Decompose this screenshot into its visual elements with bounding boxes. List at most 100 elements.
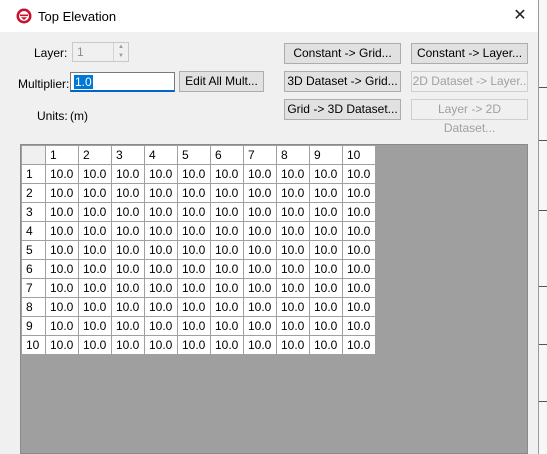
row-header[interactable]: 4 [21,221,46,241]
grid-cell[interactable]: 10.0 [276,164,310,184]
row-header[interactable]: 5 [21,240,46,260]
grid-cell[interactable]: 10.0 [210,164,244,184]
grid-cell[interactable]: 10.0 [276,202,310,222]
column-header[interactable]: 5 [177,145,211,165]
grid-cell[interactable]: 10.0 [309,335,343,355]
row-header[interactable]: 1 [21,164,46,184]
grid-cell[interactable]: 10.0 [243,202,277,222]
grid-cell[interactable]: 10.0 [111,259,145,279]
grid-cell[interactable]: 10.0 [210,221,244,241]
grid-cell[interactable]: 10.0 [177,221,211,241]
layer-to-2d-dataset-button[interactable]: Layer -> 2D Dataset... [411,99,528,135]
grid-cell[interactable]: 10.0 [45,183,79,203]
column-header[interactable]: 10 [342,145,376,165]
grid-cell[interactable]: 10.0 [276,278,310,298]
grid-cell[interactable]: 10.0 [144,335,178,355]
layer-spinner[interactable]: 1 ▲ ▼ [72,42,129,62]
grid-cell[interactable]: 10.0 [78,202,112,222]
grid-cell[interactable]: 10.0 [45,221,79,241]
grid-cell[interactable]: 10.0 [210,297,244,317]
grid-cell[interactable]: 10.0 [276,335,310,355]
grid-cell[interactable]: 10.0 [243,278,277,298]
grid-cell[interactable]: 10.0 [210,335,244,355]
grid-cell[interactable]: 10.0 [144,221,178,241]
row-header[interactable]: 9 [21,316,46,336]
column-header[interactable]: 7 [243,145,277,165]
grid-cell[interactable]: 10.0 [144,164,178,184]
grid-cell[interactable]: 10.0 [342,221,376,241]
grid-cell[interactable]: 10.0 [78,183,112,203]
row-header[interactable]: 7 [21,278,46,298]
grid-cell[interactable]: 10.0 [309,297,343,317]
grid-cell[interactable]: 10.0 [309,278,343,298]
grid-cell[interactable]: 10.0 [342,278,376,298]
grid-cell[interactable]: 10.0 [276,240,310,260]
grid-cell[interactable]: 10.0 [342,164,376,184]
grid-cell[interactable]: 10.0 [177,335,211,355]
multiplier-input[interactable]: 1.0 [70,72,175,92]
grid-cell[interactable]: 10.0 [78,297,112,317]
grid-cell[interactable]: 10.0 [309,202,343,222]
grid-cell[interactable]: 10.0 [144,316,178,336]
edit-all-mult-button[interactable]: Edit All Mult... [179,71,264,92]
grid-cell[interactable]: 10.0 [144,297,178,317]
grid-cell[interactable]: 10.0 [78,240,112,260]
column-header[interactable]: 1 [45,145,79,165]
grid-cell[interactable]: 10.0 [177,183,211,203]
grid-cell[interactable]: 10.0 [177,240,211,260]
grid-cell[interactable]: 10.0 [177,278,211,298]
column-header[interactable]: 3 [111,145,145,165]
column-header[interactable]: 8 [276,145,310,165]
grid-cell[interactable]: 10.0 [276,183,310,203]
row-header[interactable]: 3 [21,202,46,222]
grid-cell[interactable]: 10.0 [177,202,211,222]
grid-cell[interactable]: 10.0 [243,259,277,279]
grid-cell[interactable]: 10.0 [111,278,145,298]
grid-cell[interactable]: 10.0 [45,240,79,260]
grid-cell[interactable]: 10.0 [342,202,376,222]
grid-cell[interactable]: 10.0 [111,164,145,184]
grid-cell[interactable]: 10.0 [111,202,145,222]
grid-cell[interactable]: 10.0 [309,259,343,279]
2d-dataset-to-layer-button[interactable]: 2D Dataset -> Layer.. [411,71,528,92]
grid-cell[interactable]: 10.0 [177,164,211,184]
grid-cell[interactable]: 10.0 [78,278,112,298]
grid-to-3d-dataset-button[interactable]: Grid -> 3D Dataset... [284,99,401,120]
grid-cell[interactable]: 10.0 [45,335,79,355]
grid-cell[interactable]: 10.0 [309,164,343,184]
spin-down-icon[interactable]: ▼ [114,52,128,61]
3d-dataset-to-grid-button[interactable]: 3D Dataset -> Grid... [284,71,401,92]
grid-cell[interactable]: 10.0 [342,335,376,355]
grid-cell[interactable]: 10.0 [309,240,343,260]
grid-cell[interactable]: 10.0 [342,259,376,279]
grid-cell[interactable]: 10.0 [309,316,343,336]
grid-cell[interactable]: 10.0 [309,183,343,203]
column-header[interactable]: 9 [309,145,343,165]
grid-cell[interactable]: 10.0 [243,221,277,241]
column-header[interactable]: 6 [210,145,244,165]
row-header[interactable]: 10 [21,335,46,355]
grid-cell[interactable]: 10.0 [45,316,79,336]
grid-cell[interactable]: 10.0 [144,259,178,279]
grid-cell[interactable]: 10.0 [78,164,112,184]
data-grid[interactable]: 1 2 3 4 5 6 7 8 9 10 1 10.0 10.0 10.0 10.0 10.0 10.0 10.… [20,144,528,454]
row-header[interactable]: 8 [21,297,46,317]
constant-to-grid-button[interactable]: Constant -> Grid... [284,43,401,64]
grid-cell[interactable]: 10.0 [177,297,211,317]
grid-cell[interactable]: 10.0 [243,335,277,355]
grid-cell[interactable]: 10.0 [276,221,310,241]
grid-cell[interactable]: 10.0 [45,297,79,317]
grid-cell[interactable]: 10.0 [210,316,244,336]
grid-cell[interactable]: 10.0 [144,183,178,203]
grid-cell[interactable]: 10.0 [243,240,277,260]
grid-cell[interactable]: 10.0 [111,221,145,241]
grid-cell[interactable]: 10.0 [45,202,79,222]
row-header[interactable]: 6 [21,259,46,279]
grid-cell[interactable]: 10.0 [210,240,244,260]
grid-cell[interactable]: 10.0 [111,316,145,336]
grid-cell[interactable]: 10.0 [243,183,277,203]
row-header[interactable]: 2 [21,183,46,203]
grid-cell[interactable]: 10.0 [276,297,310,317]
grid-cell[interactable]: 10.0 [210,259,244,279]
grid-cell[interactable]: 10.0 [78,316,112,336]
